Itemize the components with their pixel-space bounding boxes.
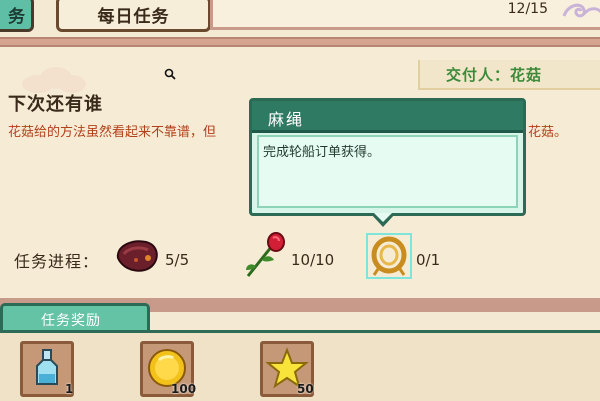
potion-icon [36, 349, 58, 385]
tooltip-body: 完成轮船订单获得。 [257, 135, 518, 208]
tab-rewards-label: 任务奖励 [41, 313, 101, 329]
progress-count-meat: 5/5 [165, 251, 190, 269]
rope-icon [366, 233, 412, 279]
reward-slot-potion[interactable]: 1 [20, 341, 74, 397]
red-flower-icon [246, 232, 285, 277]
tab-daily-label: 每日任务 [97, 6, 170, 27]
tab-daily-tasks[interactable]: 每日任务 [56, 0, 211, 32]
tab-rewards[interactable]: 任务奖励 [0, 303, 150, 333]
tooltip-title: 麻绳 [268, 110, 305, 129]
meat-icon [116, 240, 158, 272]
quest-giver-label: 交付人：花菇 [446, 66, 543, 84]
task-progress-box: 12/15 [210, 0, 600, 30]
tooltip-pointer [370, 213, 396, 227]
quest-title: 下次还有谁 [8, 94, 103, 115]
tab-tasks-label: 务 [8, 6, 25, 27]
swirl-decoration-icon [562, 3, 600, 18]
quest-giver: 交付人：花菇 [418, 60, 600, 90]
progress-count-rope: 0/1 [416, 251, 441, 269]
magnifier-cursor-icon [164, 68, 176, 80]
reward-count-star: 50 [297, 382, 314, 396]
progress-item-rope[interactable] [366, 233, 412, 279]
tab-tasks[interactable]: 务 [0, 0, 34, 32]
top-bar: 务 每日任务 12/15 [0, 0, 600, 38]
task-progress-count: 12/15 [507, 1, 548, 17]
quest-description-end: 花菇。 [528, 125, 568, 140]
progress-item-red-flower[interactable] [238, 232, 288, 282]
header-divider [0, 37, 600, 47]
quest-description: 花菇给的方法虽然看起来不靠谱，但 [8, 125, 217, 140]
progress-count-red-flower: 10/10 [291, 251, 335, 269]
reward-count-gold-coin: 100 [171, 382, 197, 396]
progress-item-meat[interactable] [112, 236, 162, 276]
progress-label: 任务进程： [14, 252, 100, 271]
reward-slot-star[interactable]: 50 [260, 341, 314, 397]
reward-count-potion: 1 [65, 382, 74, 396]
tooltip-text: 完成轮船订单获得。 [263, 145, 381, 160]
item-tooltip: 麻绳 完成轮船订单获得。 [249, 98, 526, 216]
tooltip-header: 麻绳 [252, 101, 523, 133]
reward-slot-gold-coin[interactable]: 100 [140, 341, 197, 397]
